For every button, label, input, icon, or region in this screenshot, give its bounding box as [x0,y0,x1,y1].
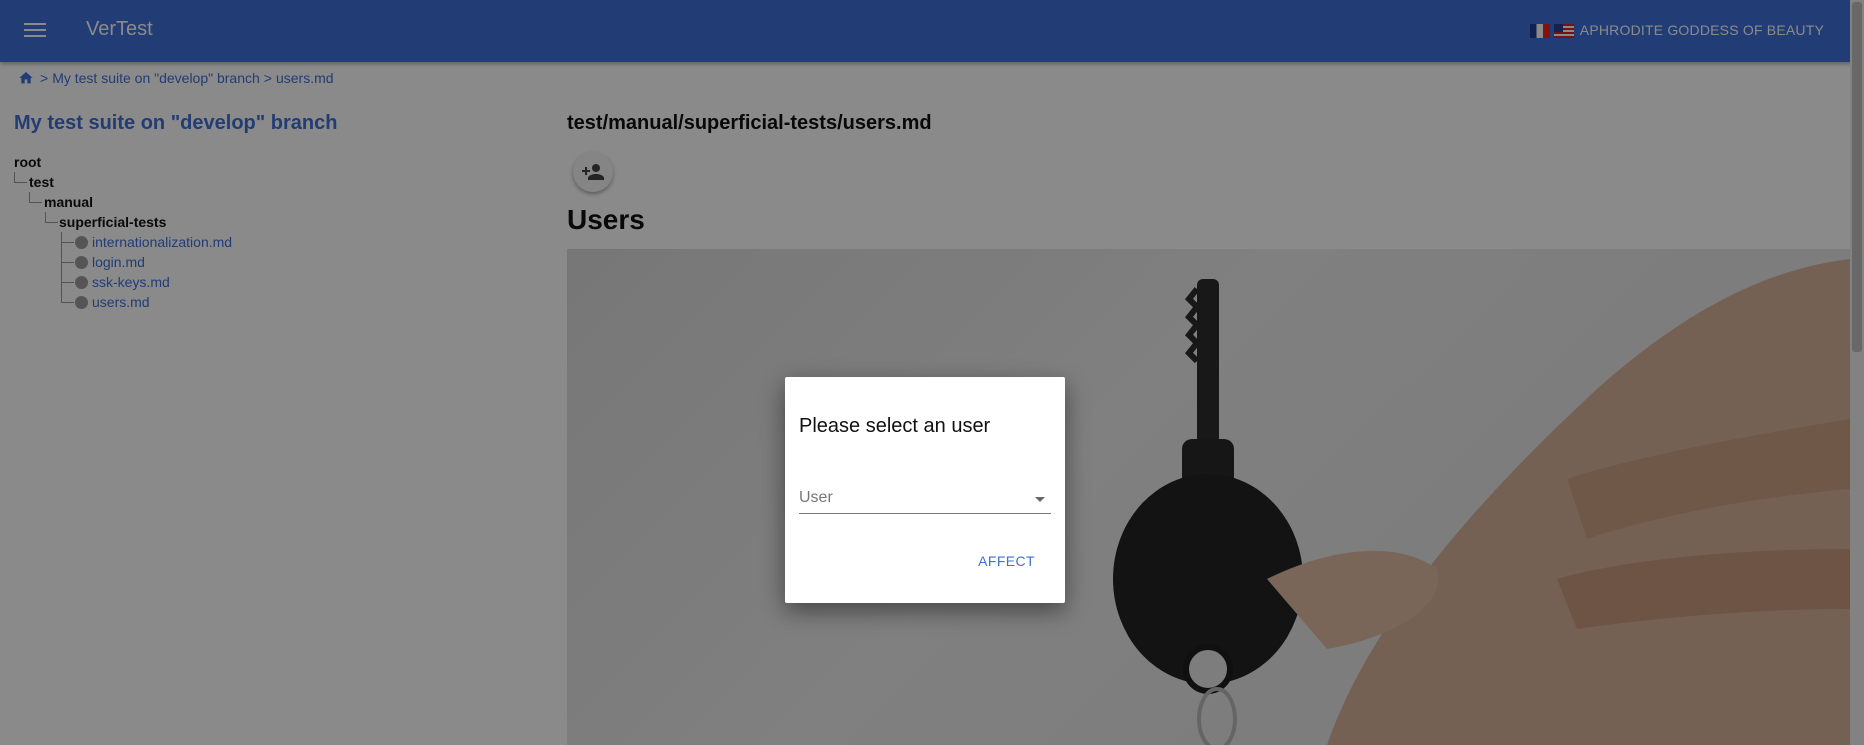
select-user-dialog: Please select an user User AFFECT [785,377,1065,603]
dialog-title: Please select an user [799,415,991,437]
caret-down-icon [1035,497,1045,502]
user-select[interactable]: User [799,483,1051,514]
affect-button[interactable]: AFFECT [978,553,1035,569]
user-select-label: User [799,489,833,506]
modal-backdrop[interactable] [0,0,1864,745]
